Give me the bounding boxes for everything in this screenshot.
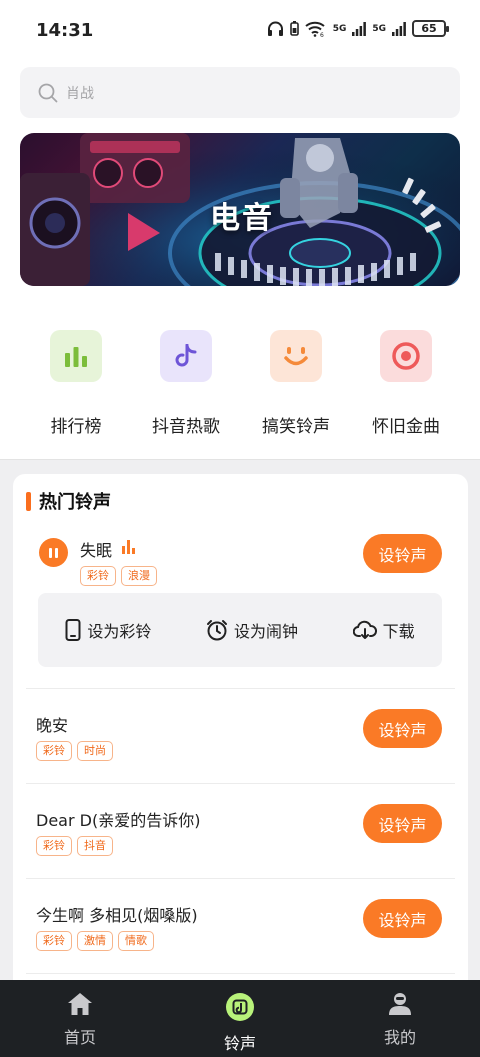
category-icon-box (160, 330, 212, 382)
song-name: 今生啊 多相见(烟嗓版) (36, 906, 198, 925)
set-alarm-action[interactable]: 设为闹钟 (206, 618, 298, 642)
action-label: 下载 (382, 622, 415, 641)
tab-label: 我的 (383, 1028, 416, 1047)
song-item[interactable]: 失眠 彩铃 浪漫 设铃声 设为彩铃 设为闹钟 下载 (13, 474, 468, 687)
search-placeholder: 肖战 (66, 85, 94, 102)
song-tags: 彩铃 浪漫 (80, 566, 157, 586)
category-ranking[interactable]: 排行榜 (21, 330, 131, 437)
status-icons: 6 5G 5G 65 (267, 20, 449, 37)
category-icon-box (50, 330, 102, 382)
action-label: 设为彩铃 (87, 622, 152, 641)
network-label-1: 5G (332, 23, 347, 34)
category-label: 搞笑铃声 (262, 417, 330, 437)
pause-button[interactable] (39, 538, 68, 567)
smile-icon (284, 347, 308, 366)
song-tags: 彩铃 抖音 (36, 836, 113, 856)
set-ringtone-button[interactable]: 设铃声 (363, 899, 442, 938)
tiktok-note-icon (175, 344, 197, 367)
song-tag: 抖音 (77, 836, 113, 856)
song-name: Dear D(亲爱的告诉你) (36, 811, 201, 830)
top-area: 14:31 6 5G 5G 65 肖战 电音 排行榜 抖音热歌 搞笑铃声 怀旧金… (0, 0, 480, 460)
svg-text:6: 6 (320, 32, 324, 37)
pause-icon (55, 547, 58, 558)
bar-chart-icon (65, 347, 87, 367)
network-label-2: 5G (372, 23, 386, 34)
category-funny[interactable]: 搞笑铃声 (241, 330, 351, 437)
music-note-icon (226, 993, 254, 1021)
song-tag: 彩铃 (36, 931, 72, 951)
home-icon (68, 993, 92, 1015)
cloud-download-icon (352, 620, 377, 639)
song-name: 失眠 (80, 541, 113, 560)
status-bar: 14:31 6 5G 5G 65 (0, 0, 480, 62)
action-label: 设为闹钟 (233, 622, 298, 641)
playing-bars-icon (122, 540, 135, 554)
song-item[interactable]: Dear D(亲爱的告诉你) 彩铃 抖音 设铃声 (13, 783, 468, 878)
set-ringtone-button[interactable]: 设铃声 (363, 534, 442, 573)
song-item[interactable]: 晚安 彩铃 时尚 设铃声 (13, 688, 468, 783)
set-ringtone-button[interactable]: 设铃声 (363, 804, 442, 843)
song-tag: 彩铃 (36, 836, 72, 856)
category-label: 怀旧金曲 (372, 417, 440, 437)
status-time: 14:31 (36, 20, 94, 41)
tab-label: 铃声 (223, 1034, 256, 1053)
signal-icon-1 (352, 21, 367, 36)
category-tiktok[interactable]: 抖音热歌 (131, 330, 241, 437)
battery-saver-icon (289, 21, 299, 36)
category-label: 抖音热歌 (152, 417, 220, 437)
song-item[interactable]: 今生啊 多相见(烟嗓版) 彩铃 激情 情歌 设铃声 (13, 878, 468, 973)
song-actions-panel: 设为彩铃 设为闹钟 下载 (38, 593, 442, 667)
tab-profile[interactable]: 我的 (320, 980, 480, 1057)
banner[interactable]: 电音 (20, 133, 460, 286)
song-name: 晚安 (36, 716, 69, 735)
song-tags: 彩铃 时尚 (36, 741, 113, 761)
pause-icon (49, 547, 52, 558)
user-icon (389, 993, 411, 1015)
divider (26, 973, 455, 974)
signal-icon-2 (392, 21, 406, 36)
song-tag: 情歌 (118, 931, 154, 951)
tab-ringtones[interactable]: 铃声 (160, 980, 320, 1057)
tab-home[interactable]: 首页 (0, 980, 160, 1057)
headphones-icon (267, 21, 283, 36)
set-ringtone-button[interactable]: 设铃声 (363, 709, 442, 748)
bottom-tab-bar: 首页 铃声 我的 (0, 980, 480, 1057)
banner-title: 电音 (210, 201, 274, 236)
category-classic[interactable]: 怀旧金曲 (351, 330, 461, 437)
tab-label: 首页 (63, 1028, 96, 1047)
song-tags: 彩铃 激情 情歌 (36, 931, 154, 951)
song-tag: 时尚 (77, 741, 113, 761)
song-tag: 彩铃 (80, 566, 116, 586)
target-icon (392, 342, 420, 370)
phone-icon (65, 619, 81, 641)
song-tag: 浪漫 (121, 566, 157, 586)
download-action[interactable]: 下载 (352, 618, 415, 642)
category-icon-box (380, 330, 432, 382)
battery-level: 65 (412, 20, 449, 37)
category-icon-box (270, 330, 322, 382)
set-caller-ringtone-action[interactable]: 设为彩铃 (65, 618, 151, 642)
song-tag: 彩铃 (36, 741, 72, 761)
hot-ringtones-card: 热门铃声 失眠 彩铃 浪漫 设铃声 设为彩铃 设为闹钟 下载 晚安 彩铃 时尚 … (13, 474, 468, 994)
alarm-clock-icon (206, 620, 227, 641)
category-label: 排行榜 (50, 417, 102, 437)
search-bar[interactable]: 肖战 (20, 67, 460, 118)
wifi-icon: 6 (305, 21, 325, 37)
category-row: 排行榜 抖音热歌 搞笑铃声 怀旧金曲 (0, 330, 480, 437)
song-tag: 激情 (77, 931, 113, 951)
search-icon (38, 83, 58, 102)
